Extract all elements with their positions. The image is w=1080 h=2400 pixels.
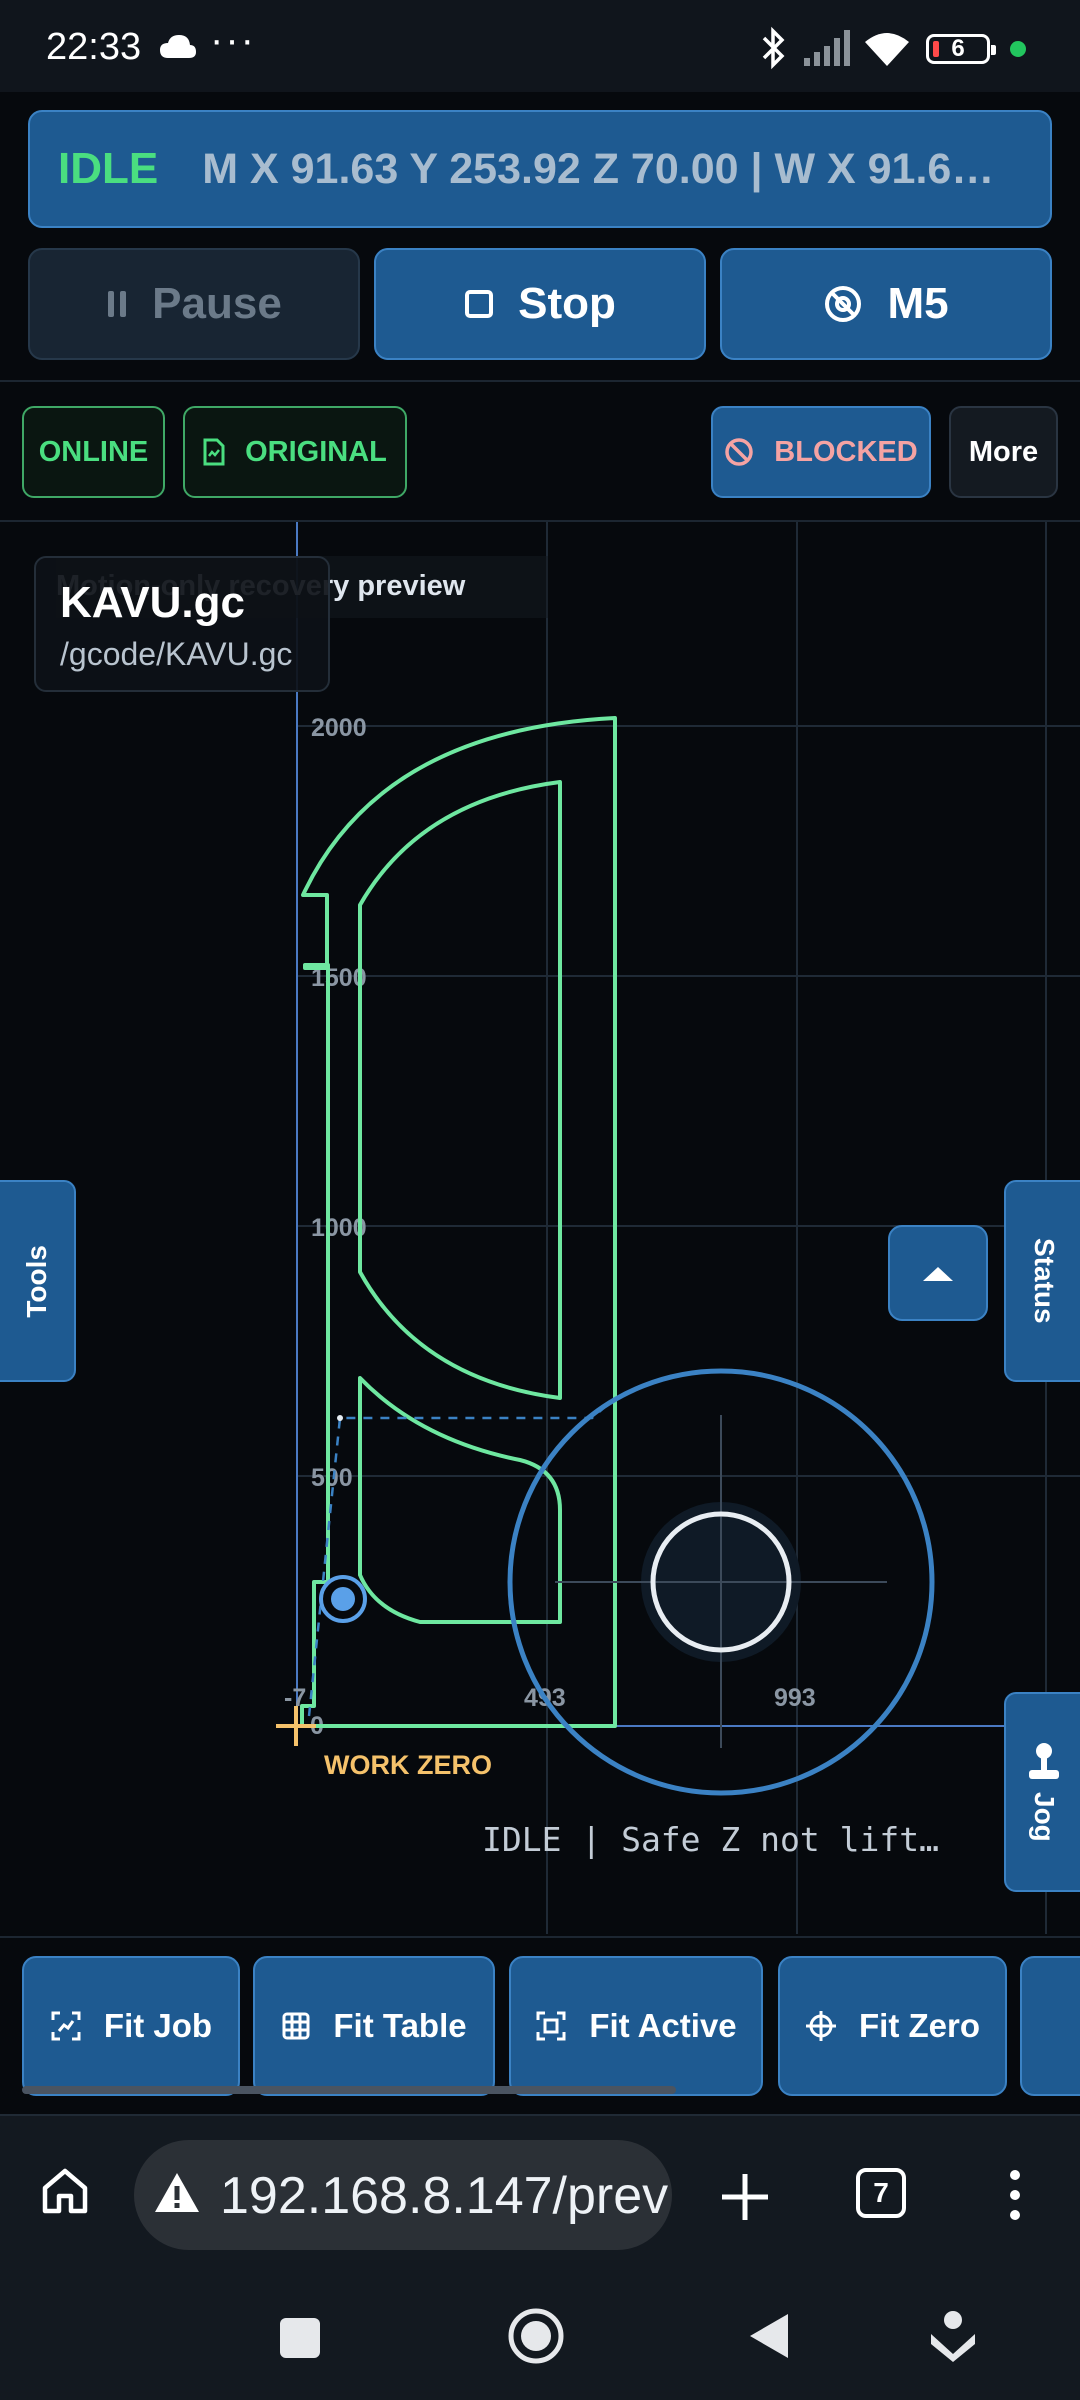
clock: 22:33 [46,26,142,68]
pause-label: Pause [152,279,282,328]
fit-table-button[interactable]: Fit Table [253,1956,495,2096]
home-icon[interactable] [40,2166,90,2216]
jog-tab[interactable]: Jog [1004,1692,1080,1892]
spindle-off-button[interactable]: M5 [720,248,1052,360]
canvas-status-line: IDLE | Safe Z not lift… [482,1820,939,1859]
recents-icon[interactable] [278,2316,322,2360]
blocked-badge[interactable]: BLOCKED [711,406,931,498]
overflow-menu-icon[interactable] [1000,2168,1030,2222]
status-tab[interactable]: Status [1004,1180,1080,1382]
expand-panel-button[interactable] [888,1225,988,1321]
joystick-icon [1029,1743,1059,1780]
stop-label: Stop [518,279,616,328]
work-zero-label: WORK ZERO [324,1750,492,1780]
y-tick-label: 2000 [311,714,367,742]
machine-status-bar[interactable]: IDLE M X 91.63 Y 253.92 Z 70.00 | W X 91… [28,110,1052,228]
stop-icon [465,290,494,318]
jog-tab-label: Jog [1029,1792,1060,1842]
file-icon [203,438,225,466]
x-tick-label: 993 [774,1684,816,1712]
spindle-off-icon [825,286,862,322]
table-grid-icon [282,2012,310,2040]
file-title: KAVU.gc [60,578,245,627]
blocked-icon [725,438,754,466]
fit-more-button[interactable] [1020,1956,1080,2096]
browser-toolbar: 192.168.8.147/prev 7 [0,2114,1080,2274]
pause-button[interactable]: Pause [28,248,360,360]
fit-active-label: Fit Active [589,2007,737,2044]
crosshair-icon [806,2011,836,2041]
system-status-bar: 22:33 ··· 6 [0,0,1080,92]
stop-button[interactable]: Stop [374,248,706,360]
chevron-up-icon [923,1267,953,1281]
fit-table-label: Fit Table [333,2007,467,2044]
fit-active-button[interactable]: Fit Active [509,1956,763,2096]
path-start-dot [337,1415,343,1421]
file-info-card[interactable]: KAVU.gc /gcode/KAVU.gc [34,556,330,692]
m5-label: M5 [887,279,949,328]
focus-frame-icon [536,2011,566,2041]
url-bar[interactable]: 192.168.8.147/prev [134,2140,672,2250]
tools-tab-label: Tools [21,1244,52,1318]
bluetooth-icon [762,26,785,70]
hide-keyboard-icon[interactable] [928,2310,978,2364]
back-icon[interactable] [748,2312,790,2360]
fit-job-label: Fit Job [103,2007,213,2044]
tools-tab[interactable]: Tools [0,1180,76,1382]
machine-state: IDLE [58,144,159,193]
machine-coordinates: M X 91.63 Y 253.92 Z 70.00 | W X 91.6… [202,144,995,193]
fit-zero-label: Fit Zero [859,2007,980,2044]
tab-switcher-button[interactable]: 7 [856,2168,906,2218]
fit-zero-button[interactable]: Fit Zero [778,1956,1007,2096]
original-label: ORIGINAL [245,435,387,468]
fit-job-button[interactable]: Fit Job [22,1956,240,2096]
connection-badge[interactable]: ONLINE [22,406,165,498]
fit-job-icon [51,2011,81,2041]
file-mode-badge[interactable]: ORIGINAL [183,406,407,498]
tool-marker-dot [331,1587,355,1611]
file-path: /gcode/KAVU.gc [60,636,293,672]
more-button[interactable]: More [949,406,1058,498]
fit-toolbar[interactable]: Fit Job Fit Table Fit Active Fit Zero [0,1938,1080,2116]
status-tab-label: Status [1029,1238,1060,1324]
wifi-icon [865,33,909,66]
pause-icon [108,291,127,317]
url-text: 192.168.8.147/prev [220,2167,669,2225]
new-tab-icon[interactable] [718,2170,772,2224]
more-notifications-icon: ··· [210,18,256,62]
home-nav-icon[interactable] [506,2306,566,2366]
signal-icon [804,30,850,66]
fit-toolbar-scrollbar[interactable] [22,2086,676,2094]
privacy-indicator-dot [1010,41,1026,57]
divider [0,380,1080,382]
battery-level: 6 [951,35,965,62]
cloud-icon [160,35,196,58]
blocked-label: BLOCKED [774,435,918,468]
rapid-moves [307,1399,614,1717]
warning-icon [155,2173,199,2212]
battery-icon: 6 [926,34,996,64]
android-navigation-bar [0,2274,1080,2400]
